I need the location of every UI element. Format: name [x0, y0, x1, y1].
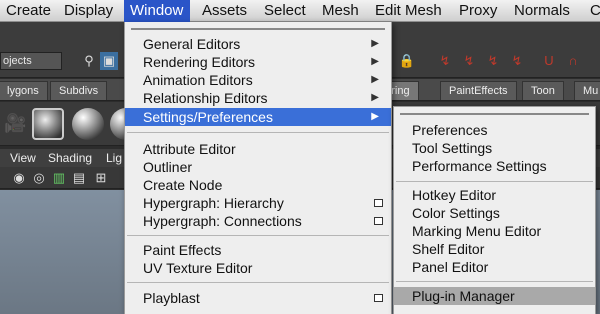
- snap-point-icon[interactable]: ↯: [460, 52, 478, 70]
- magnet-snap-icon[interactable]: ∩: [564, 52, 582, 70]
- menu-item-label: Relationship Editors: [143, 90, 268, 106]
- menu-item-label: Animation Editors: [143, 72, 253, 88]
- shelf-tab-polygons[interactable]: lygons: [0, 81, 48, 100]
- menu-item-label: Attribute Editor: [143, 141, 236, 157]
- view-menu[interactable]: View: [10, 149, 36, 167]
- option-box-icon[interactable]: [374, 199, 383, 207]
- menu-item-label: Create Node: [143, 177, 223, 193]
- menu-item-label: Rendering Editors: [143, 54, 256, 70]
- menu-separator: [127, 282, 389, 283]
- menu-separator: [127, 235, 389, 236]
- menu-separator: [396, 281, 593, 282]
- menu-item-shelf-editor[interactable]: Shelf Editor: [394, 240, 595, 258]
- menu-item-animation-editors[interactable]: Animation Editors ▶: [125, 71, 391, 89]
- menu-color[interactable]: C: [584, 0, 600, 22]
- menu-select[interactable]: Select: [258, 0, 312, 22]
- menu-normals[interactable]: Normals: [508, 0, 576, 22]
- menu-item-playblast[interactable]: Playblast: [125, 289, 391, 307]
- submenu-arrow-icon: ▶: [371, 92, 379, 103]
- shading-menu[interactable]: Shading: [48, 149, 92, 167]
- snap-curve-icon[interactable]: ↯: [436, 52, 454, 70]
- option-box-icon[interactable]: [374, 294, 383, 302]
- menu-item-tool-settings[interactable]: Tool Settings: [394, 139, 595, 157]
- image-plane-icon[interactable]: ▤: [70, 169, 88, 187]
- tearoff-handle[interactable]: [400, 113, 589, 115]
- bookmark-icon[interactable]: ▥: [50, 169, 68, 187]
- menu-mesh[interactable]: Mesh: [316, 0, 365, 22]
- menu-assets[interactable]: Assets: [196, 0, 253, 22]
- menu-item-label: Hypergraph: Hierarchy: [143, 195, 284, 211]
- magnet-icon[interactable]: ⚲: [80, 52, 98, 70]
- menu-item-preferences[interactable]: Preferences: [394, 121, 595, 139]
- grid-icon[interactable]: ⊞: [92, 169, 110, 187]
- material-sphere-icon[interactable]: [32, 108, 64, 140]
- menu-separator: [127, 132, 389, 133]
- menu-item-panel-editor[interactable]: Panel Editor: [394, 258, 595, 276]
- menu-window[interactable]: Window: [124, 0, 190, 22]
- tearoff-handle[interactable]: [131, 28, 385, 30]
- menu-item-outliner[interactable]: Outliner: [125, 158, 391, 176]
- menu-create[interactable]: Create: [0, 0, 57, 22]
- menu-item-plugin-manager[interactable]: Plug-in Manager: [394, 287, 595, 305]
- shelf-tab-muscle[interactable]: Mu: [574, 81, 600, 100]
- menu-display[interactable]: Display: [58, 0, 119, 22]
- select-tool-icon[interactable]: ▣: [100, 52, 118, 70]
- submenu-arrow-icon: ▶: [371, 111, 379, 122]
- menu-item-color-settings[interactable]: Color Settings: [394, 204, 595, 222]
- menu-item-label: Settings/Preferences: [143, 109, 273, 125]
- shader-sphere-icon[interactable]: [72, 108, 104, 140]
- menu-item-relationship-editors[interactable]: Relationship Editors ▶: [125, 89, 391, 107]
- selection-mode-field[interactable]: ojects: [0, 52, 62, 70]
- menu-item-label: Hypergraph: Connections: [143, 213, 302, 229]
- menu-item-settings-preferences[interactable]: Settings/Preferences ▶: [125, 108, 391, 126]
- menu-item-marking-menu-editor[interactable]: Marking Menu Editor: [394, 222, 595, 240]
- render-camera-icon[interactable]: 🎥: [4, 114, 26, 132]
- menu-proxy[interactable]: Proxy: [453, 0, 503, 22]
- menu-separator: [396, 181, 593, 182]
- window-menu-dropdown: General Editors ▶ Rendering Editors ▶ An…: [124, 22, 392, 314]
- menu-item-create-node[interactable]: Create Node: [125, 176, 391, 194]
- menu-item-label: UV Texture Editor: [143, 260, 253, 276]
- submenu-arrow-icon: ▶: [371, 74, 379, 85]
- main-menubar: Create Display Window Assets Select Mesh…: [0, 0, 600, 22]
- menu-item-general-editors[interactable]: General Editors ▶: [125, 35, 391, 53]
- menu-item-hypergraph-hierarchy[interactable]: Hypergraph: Hierarchy: [125, 194, 391, 212]
- menu-item-label: General Editors: [143, 36, 241, 52]
- lock-icon[interactable]: 🔒: [398, 52, 416, 70]
- snap-surface-icon[interactable]: ↯: [508, 52, 526, 70]
- shelf-tab-toon[interactable]: Toon: [522, 81, 564, 100]
- menu-item-uv-texture-editor[interactable]: UV Texture Editor: [125, 259, 391, 277]
- menu-item-label: Playblast: [143, 290, 200, 306]
- shelf-tab-subdivs[interactable]: Subdivs: [50, 81, 108, 100]
- option-box-icon[interactable]: [374, 217, 383, 225]
- submenu-arrow-icon: ▶: [371, 56, 379, 67]
- snap-live-icon[interactable]: U: [540, 52, 558, 70]
- camera-icon[interactable]: ◉: [10, 169, 28, 187]
- menu-item-paint-effects[interactable]: Paint Effects: [125, 241, 391, 259]
- menu-edit-mesh[interactable]: Edit Mesh: [369, 0, 448, 22]
- shelf-tab-painteffects[interactable]: PaintEffects: [440, 81, 517, 100]
- camera-attr-icon[interactable]: ◎: [30, 169, 48, 187]
- settings-preferences-submenu: Preferences Tool Settings Performance Se…: [393, 106, 596, 314]
- menu-item-performance-settings[interactable]: Performance Settings: [394, 157, 595, 175]
- menu-item-label: Paint Effects: [143, 242, 222, 258]
- lighting-menu[interactable]: Lig: [106, 149, 122, 167]
- menu-item-hotkey-editor[interactable]: Hotkey Editor: [394, 186, 595, 204]
- menu-item-label: Outliner: [143, 159, 193, 175]
- submenu-arrow-icon: ▶: [371, 38, 379, 49]
- snap-view-icon[interactable]: ↯: [484, 52, 502, 70]
- menu-item-hypergraph-connections[interactable]: Hypergraph: Connections: [125, 212, 391, 230]
- menu-item-attribute-editor[interactable]: Attribute Editor: [125, 140, 391, 158]
- menu-item-rendering-editors[interactable]: Rendering Editors ▶: [125, 53, 391, 71]
